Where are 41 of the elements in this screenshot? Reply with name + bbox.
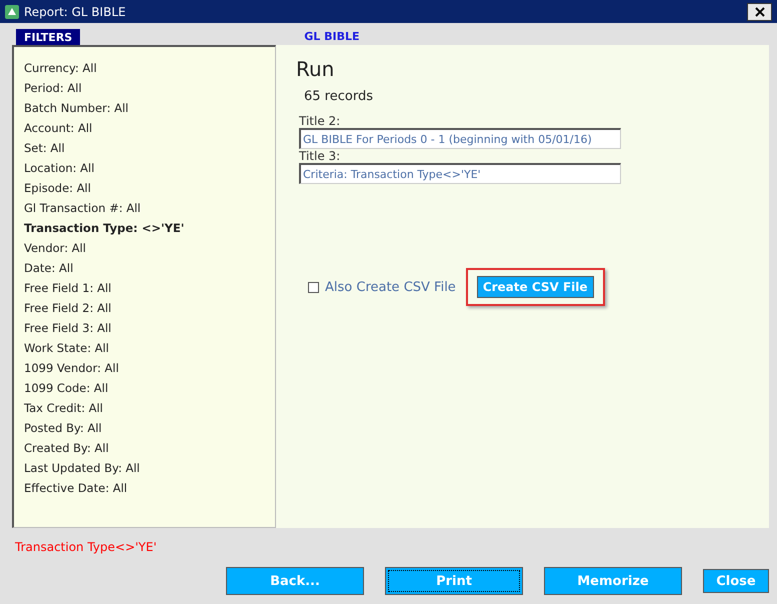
field-label: Title 3: <box>299 149 342 163</box>
filter-item: Location: All <box>24 160 96 177</box>
close-icon <box>754 6 764 16</box>
report-name: GL BIBLE <box>304 30 360 43</box>
title-field[interactable]: GL BIBLE For Periods 0 - 1 (beginning with 05/01/16) <box>299 128 621 149</box>
record-count: 65 records <box>304 89 374 104</box>
filter-item: Posted By: All <box>24 420 103 437</box>
filter-item: Transaction Type: <>'YE' <box>24 220 186 237</box>
filter-item: 1099 Vendor: All <box>24 360 120 377</box>
action-button[interactable]: Print <box>385 567 523 595</box>
action-button[interactable]: Memorize <box>544 567 682 595</box>
csv-checkbox[interactable]: Also Create CSV File <box>308 280 456 294</box>
filter-item: Created By: All <box>24 440 110 457</box>
title-field[interactable]: Criteria: Transaction Type<>'YE' <box>299 163 621 184</box>
filter-item: Date: All <box>24 260 74 277</box>
run-heading: Run <box>296 57 336 81</box>
create-csv-button[interactable]: Create CSV File <box>476 276 594 298</box>
criteria-summary: Transaction Type<>'YE' <box>15 540 158 556</box>
field-label: Title 2: <box>299 114 342 128</box>
filter-item: Free Field 2: All <box>24 300 112 317</box>
filter-item: Effective Date: All <box>24 480 128 497</box>
filter-item: Episode: All <box>24 180 92 197</box>
app-logo-icon <box>5 4 19 18</box>
filter-item: Last Updated By: All <box>24 460 141 477</box>
filter-item: Free Field 3: All <box>24 320 112 337</box>
filter-item: Free Field 1: All <box>24 280 112 297</box>
filters-tab[interactable]: FILTERS <box>16 29 80 45</box>
filter-item: Period: All <box>24 80 83 97</box>
action-button[interactable]: Close <box>703 569 769 593</box>
filter-item: Work State: All <box>24 340 110 357</box>
filter-item: Set: All <box>24 140 66 157</box>
filter-item: Currency: All <box>24 60 98 77</box>
filter-item: Gl Transaction #: All <box>24 200 142 217</box>
action-button[interactable]: Back... <box>226 567 364 595</box>
filter-item: Vendor: All <box>24 240 87 257</box>
filter-item: Batch Number: All <box>24 100 130 117</box>
filter-item: Tax Credit: All <box>24 400 104 417</box>
filter-item: Account: All <box>24 120 94 137</box>
filter-item: 1099 Code: All <box>24 380 110 397</box>
window-title: Report: GL BIBLE <box>24 4 127 18</box>
close-button[interactable] <box>747 2 772 20</box>
